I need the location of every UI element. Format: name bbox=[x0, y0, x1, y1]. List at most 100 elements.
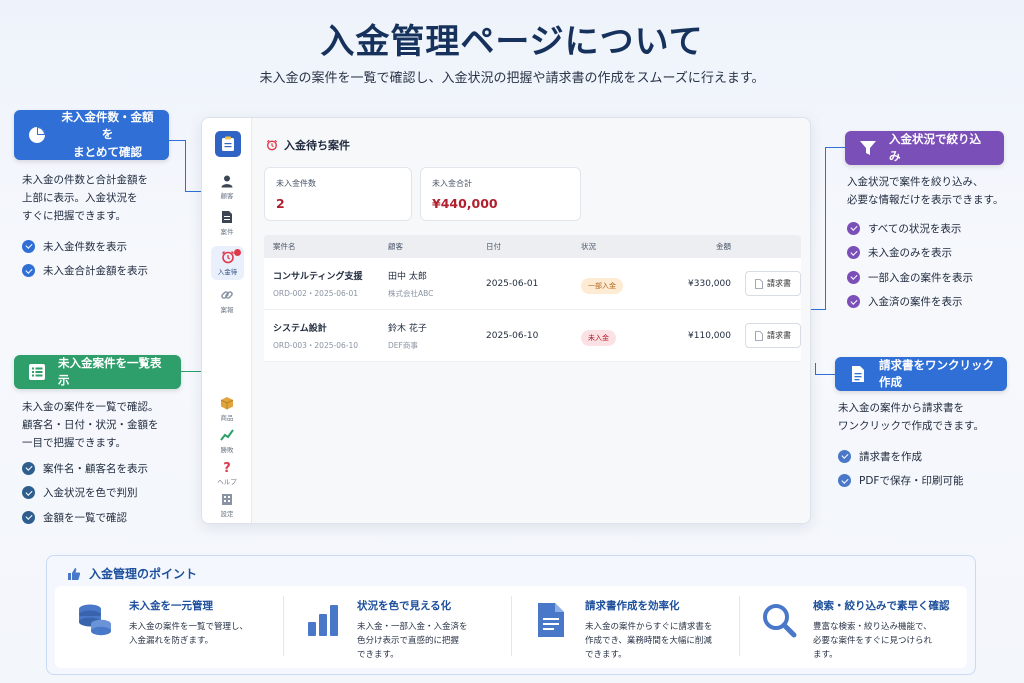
callout-list-desc: 未入金の案件を一覧で確認。 顧客名・日付・状況・金額を 一目で把握できます。 bbox=[22, 401, 159, 449]
box-icon bbox=[220, 397, 234, 410]
column-header[interactable]: 案件名 bbox=[264, 241, 388, 252]
stat-card-count: 未入金件数 2 bbox=[264, 167, 412, 221]
table-row[interactable]: コンサルティング支援 ORD-002・2025-06-01 田中 太郎 株式会社… bbox=[264, 258, 801, 310]
deal-date: 2025-06-01 bbox=[486, 278, 539, 289]
check-icon bbox=[22, 264, 35, 278]
column-header[interactable]: 金額 bbox=[651, 241, 731, 252]
rail-item-customers[interactable]: 顧客 bbox=[202, 174, 252, 200]
main-content: 入金待ち案件 未入金件数 2 未入金合計 ¥440,000 案件名 顧客 日付 … bbox=[264, 118, 801, 523]
check-icon bbox=[838, 474, 851, 488]
notification-dot bbox=[234, 249, 241, 256]
check-item: 入金済の案件を表示 bbox=[847, 290, 973, 315]
bar-chart-icon bbox=[308, 605, 338, 636]
stat-value: 2 bbox=[276, 196, 285, 211]
rail-item-help[interactable]: ? ヘルプ bbox=[202, 460, 252, 486]
stat-card-total: 未入金合計 ¥440,000 bbox=[420, 167, 581, 221]
side-rail: 顧客 案件 入金待 案報 商品 勝敗 ? ヘルプ 設定 bbox=[202, 118, 252, 523]
deal-name: コンサルティング支援 bbox=[273, 271, 363, 282]
stat-label: 未入金件数 bbox=[276, 179, 316, 188]
points-header: 入金管理のポイント bbox=[67, 565, 197, 582]
check-icon bbox=[838, 449, 851, 463]
callout-filter-desc: 入金状況で案件を絞り込み、 必要な情報だけを表示できます。 bbox=[847, 176, 1004, 206]
callout-summary-title: 未入金件数・金額を まとめて確認 bbox=[61, 110, 154, 159]
point-title: 請求書作成を効率化 bbox=[585, 600, 680, 612]
callout-filter-checks: すべての状況を表示 未入金のみを表示 一部入金の案件を表示 入金済の案件を表示 bbox=[847, 216, 973, 314]
column-header[interactable]: 状況 bbox=[581, 241, 651, 252]
callout-list-title: 未入金案件を一覧表示 bbox=[58, 355, 162, 387]
check-item: すべての状況を表示 bbox=[847, 216, 973, 241]
customer-name: 鈴木 花子 bbox=[388, 323, 427, 334]
point-title: 状況を色で見える化 bbox=[357, 600, 452, 612]
check-item: PDFで保存・印刷可能 bbox=[838, 469, 963, 494]
deals-table: 案件名 顧客 日付 状況 金額 コンサルティング支援 ORD-002・2025-… bbox=[264, 235, 801, 362]
document-icon bbox=[538, 603, 564, 637]
coins-icon bbox=[79, 604, 111, 636]
pie-chart-icon bbox=[26, 124, 48, 146]
customer-company: 株式会社ABC bbox=[388, 288, 434, 298]
callout-filter-header: 入金状況で絞り込み bbox=[845, 131, 1004, 165]
rail-item-settings[interactable]: 設定 bbox=[202, 492, 252, 518]
content-title: 入金待ち案件 bbox=[284, 139, 350, 152]
invoice-button[interactable]: 請求書 bbox=[745, 271, 801, 296]
point-desc: 豊富な検索・絞り込み機能で、 必要な案件をすぐに見つけられ ます。 bbox=[813, 622, 933, 661]
status-badge: 一部入金 bbox=[581, 278, 623, 294]
callout-invoice-header: 請求書をワンクリック作成 bbox=[835, 357, 1007, 391]
rail-item-awaiting-payment[interactable]: 入金待 bbox=[211, 246, 244, 280]
app-window: 顧客 案件 入金待 案報 商品 勝敗 ? ヘルプ 設定 入金待ち案件 未入金件数… bbox=[201, 117, 811, 524]
page-title: 入金管理ページについて bbox=[320, 22, 704, 62]
document-icon bbox=[755, 278, 763, 289]
check-icon bbox=[847, 270, 860, 284]
check-item: 未入金合計金額を表示 bbox=[22, 259, 148, 284]
question-icon: ? bbox=[223, 461, 231, 474]
check-item: 未入金のみを表示 bbox=[847, 241, 973, 266]
thumbs-up-icon bbox=[68, 567, 81, 580]
invoice-button[interactable]: 請求書 bbox=[745, 323, 801, 348]
connector-invoice bbox=[815, 363, 835, 375]
deal-id: ORD-003・2025-06-10 bbox=[273, 340, 358, 350]
deal-amount: ¥110,000 bbox=[688, 330, 731, 341]
point-desc: 未入金の案件からすぐに請求書を 作成でき、業務時間を大幅に削減 できます。 bbox=[585, 622, 713, 661]
alarm-clock-icon bbox=[266, 139, 278, 151]
app-logo[interactable] bbox=[215, 131, 241, 157]
deal-name: システム設計 bbox=[273, 323, 327, 334]
document-icon bbox=[755, 330, 763, 341]
callout-summary-checks: 未入金件数を表示 未入金合計金額を表示 bbox=[22, 234, 148, 283]
point-item: 未入金を一元管理 未入金の案件を一覧で管理し、 入金漏れを防ぎます。 bbox=[55, 586, 283, 668]
point-title: 検索・絞り込みで素早く確認 bbox=[813, 600, 950, 612]
check-item: 未入金件数を表示 bbox=[22, 234, 148, 259]
point-item: 状況を色で見える化 未入金・一部入金・入金済を 色分け表示で直感的に把握 できま… bbox=[283, 586, 511, 668]
customer-name: 田中 太郎 bbox=[388, 271, 427, 282]
check-icon bbox=[847, 246, 860, 260]
connector-filter bbox=[825, 147, 845, 309]
point-item: 検索・絞り込みで素早く確認 豊富な検索・絞り込み機能で、 必要な案件をすぐに見つ… bbox=[739, 586, 967, 668]
check-icon bbox=[847, 295, 860, 309]
document-icon bbox=[847, 363, 869, 385]
page-subtitle: 未入金の案件を一覧で確認し、入金状況の把握や請求書の作成をスムーズに行えます。 bbox=[259, 71, 765, 86]
check-item: 案件名・顧客名を表示 bbox=[22, 456, 148, 481]
deal-amount: ¥330,000 bbox=[688, 278, 731, 289]
stat-value: ¥440,000 bbox=[432, 196, 498, 211]
person-icon bbox=[221, 175, 233, 188]
list-icon bbox=[26, 361, 48, 383]
rail-item-products[interactable]: 商品 bbox=[202, 396, 252, 422]
customer-company: DEF商事 bbox=[388, 340, 418, 350]
status-badge: 未入金 bbox=[581, 330, 616, 346]
points-title: 入金管理のポイント bbox=[89, 567, 198, 581]
rail-item-deals[interactable]: 案件 bbox=[202, 210, 252, 236]
column-header[interactable]: 顧客 bbox=[388, 241, 486, 252]
rail-item-reports[interactable]: 案報 bbox=[202, 288, 252, 314]
rail-item-results[interactable]: 勝敗 bbox=[202, 428, 252, 454]
points-list: 未入金を一元管理 未入金の案件を一覧で管理し、 入金漏れを防ぎます。 状況を色で… bbox=[55, 586, 967, 668]
building-icon bbox=[222, 494, 232, 505]
check-item: 入金状況を色で判別 bbox=[22, 481, 148, 506]
stat-label: 未入金合計 bbox=[432, 179, 472, 188]
deal-id: ORD-002・2025-06-01 bbox=[273, 288, 358, 298]
table-row[interactable]: システム設計 ORD-003・2025-06-10 鈴木 花子 DEF商事 20… bbox=[264, 310, 801, 362]
check-icon bbox=[847, 221, 860, 235]
callout-summary-header: 未入金件数・金額を まとめて確認 bbox=[14, 110, 169, 160]
check-icon bbox=[22, 510, 35, 524]
check-icon bbox=[22, 461, 35, 475]
callout-summary-desc: 未入金の件数と合計金額を 上部に表示。入金状況を すぐに把握できます。 bbox=[22, 174, 148, 222]
callout-invoice-checks: 請求書を作成 PDFで保存・印刷可能 bbox=[838, 444, 963, 493]
column-header[interactable]: 日付 bbox=[486, 241, 581, 252]
